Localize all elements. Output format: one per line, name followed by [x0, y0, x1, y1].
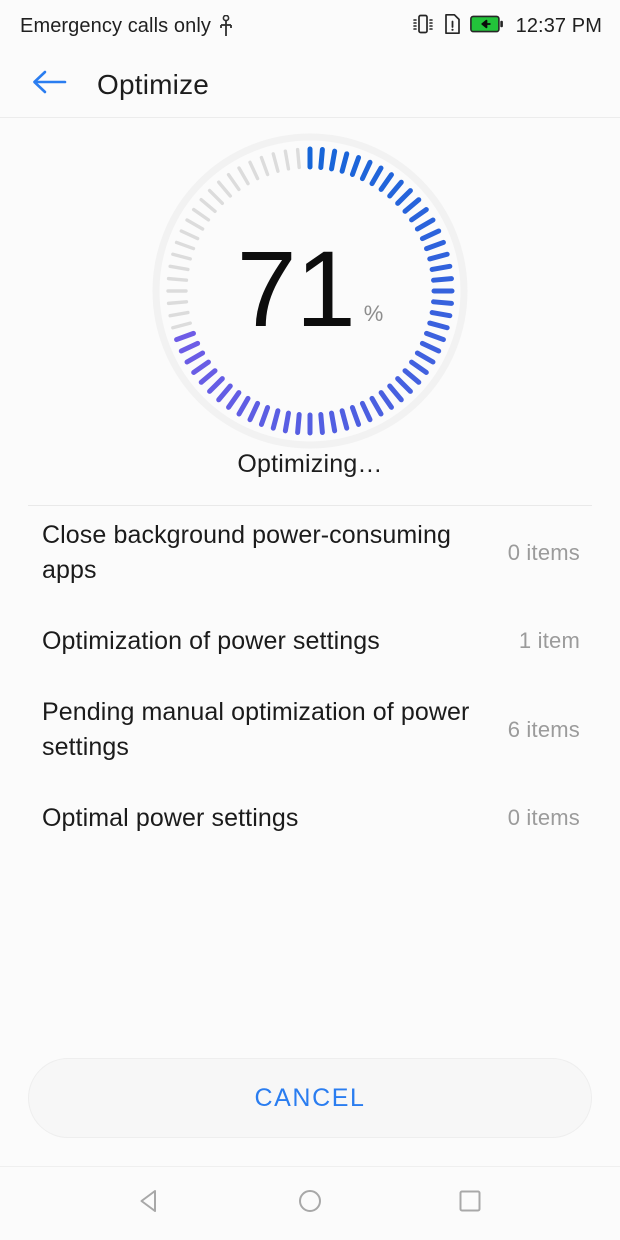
back-arrow-icon: [30, 67, 68, 102]
nav-home-circle-icon: [295, 1186, 325, 1221]
list-item[interactable]: Optimal power settings 0 items: [42, 776, 580, 860]
list-item[interactable]: Optimization of power settings 1 item: [42, 599, 580, 683]
status-bar: Emergency calls only 12:37 PM: [0, 0, 620, 52]
cancel-button[interactable]: CANCEL: [28, 1058, 592, 1138]
list-item-label: Pending manual optimization of power set…: [42, 698, 470, 761]
system-navigation-bar: [0, 1166, 620, 1240]
progress-dial-center: 71 %: [151, 132, 469, 450]
page-title: Optimize: [97, 68, 210, 100]
list-item-label: Optimization of power settings: [42, 626, 380, 655]
nav-recents-square-icon: [455, 1186, 485, 1221]
app-bar: Optimize: [0, 52, 620, 118]
battery-charging-icon: [469, 14, 504, 39]
vibrate-icon: [411, 13, 435, 40]
status-bar-right: 12:37 PM: [411, 13, 602, 40]
list-item-label: Optimal power settings: [42, 803, 299, 832]
clock-label: 12:37 PM: [515, 15, 602, 37]
list-item[interactable]: Pending manual optimization of power set…: [42, 683, 580, 776]
percent-value: 71: [236, 228, 356, 350]
status-bar-left: Emergency calls only: [20, 15, 411, 37]
list-item-count: 0 items: [507, 805, 580, 830]
optimize-dial-section: 71 %: [0, 126, 620, 456]
sim-card-alert-icon: [444, 13, 461, 40]
list-item-label: Close background power-consuming apps: [42, 521, 451, 584]
footer: CANCEL: [0, 1058, 620, 1166]
optimize-result-list: Close background power-consuming apps 0 i…: [0, 506, 620, 860]
list-item[interactable]: Close background power-consuming apps 0 i…: [42, 506, 580, 599]
nav-back-triangle-icon: [135, 1186, 165, 1221]
percent-unit: %: [363, 300, 384, 326]
carrier-label: Emergency calls only: [20, 15, 211, 37]
usb-icon: [219, 15, 233, 37]
nav-home-button[interactable]: [274, 1174, 346, 1234]
list-item-count: 0 items: [507, 539, 580, 565]
phone-screen: Emergency calls only 12:37 PM Optimize 7…: [0, 0, 620, 1240]
nav-back-button[interactable]: [114, 1174, 186, 1234]
percent-row: 71 %: [236, 228, 384, 350]
list-item-count: 1 item: [518, 628, 580, 653]
list-item-count: 6 items: [507, 716, 580, 742]
main-content: 71 % Optimizing… Close background power-…: [0, 118, 620, 1166]
back-button[interactable]: [26, 62, 72, 108]
progress-dial: 71 %: [151, 132, 469, 450]
nav-recents-button[interactable]: [434, 1174, 506, 1234]
